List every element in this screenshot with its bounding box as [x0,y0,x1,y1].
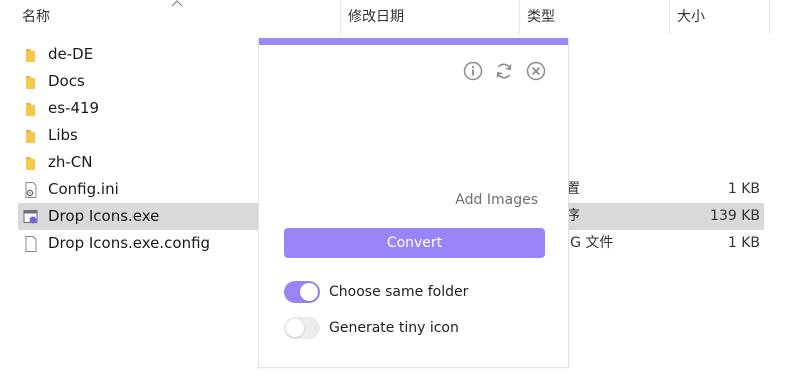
toggle-knob [300,283,318,301]
column-header-size[interactable]: 大小 [673,0,705,34]
folder-icon [26,103,35,116]
file-name: Drop Icons.exe.config [48,234,211,252]
info-icon[interactable] [462,60,484,82]
tiny-icon-toggle[interactable] [284,317,320,339]
convert-button[interactable]: Convert [284,228,545,258]
sort-ascending-icon [171,0,183,7]
refresh-icon[interactable] [493,60,515,82]
column-divider[interactable] [519,0,520,34]
file-size: 1 KB [727,235,760,251]
option-label: Generate tiny icon [329,320,459,336]
column-divider[interactable] [340,0,341,34]
file-icon [25,236,37,252]
folder-icon [26,49,35,62]
option-label: Choose same folder [329,284,469,300]
file-name: de-DE [48,45,94,63]
file-name: zh-CN [48,153,93,171]
file-type: IG 文件 [566,235,614,251]
file-name: es-419 [48,99,100,117]
folder-icon [26,157,35,170]
column-divider[interactable] [769,0,770,34]
close-icon[interactable] [525,60,547,82]
toggle-knob [286,319,304,337]
column-header-type[interactable]: 类型 [523,0,555,34]
file-name: Config.ini [48,180,119,198]
file-name: Drop Icons.exe [48,207,160,225]
drop-icons-panel: Add Images Convert Choose same folder Ge… [258,38,569,368]
folder-icon [26,76,35,89]
file-size: 139 KB [710,208,760,224]
same-folder-toggle[interactable] [284,281,320,303]
config-file-icon [25,182,37,198]
file-name: Libs [48,126,78,144]
exe-file-icon [23,210,38,224]
folder-icon [26,130,35,143]
column-divider[interactable] [669,0,670,34]
column-header-name[interactable]: 名称 [18,0,50,34]
add-images-link[interactable]: Add Images [455,192,538,208]
column-header-modified[interactable]: 修改日期 [344,0,404,34]
file-size: 1 KB [727,181,760,197]
file-list-header: 名称 修改日期 类型 大小 [0,0,800,34]
file-name: Docs [48,72,85,90]
accent-bar [259,38,568,45]
